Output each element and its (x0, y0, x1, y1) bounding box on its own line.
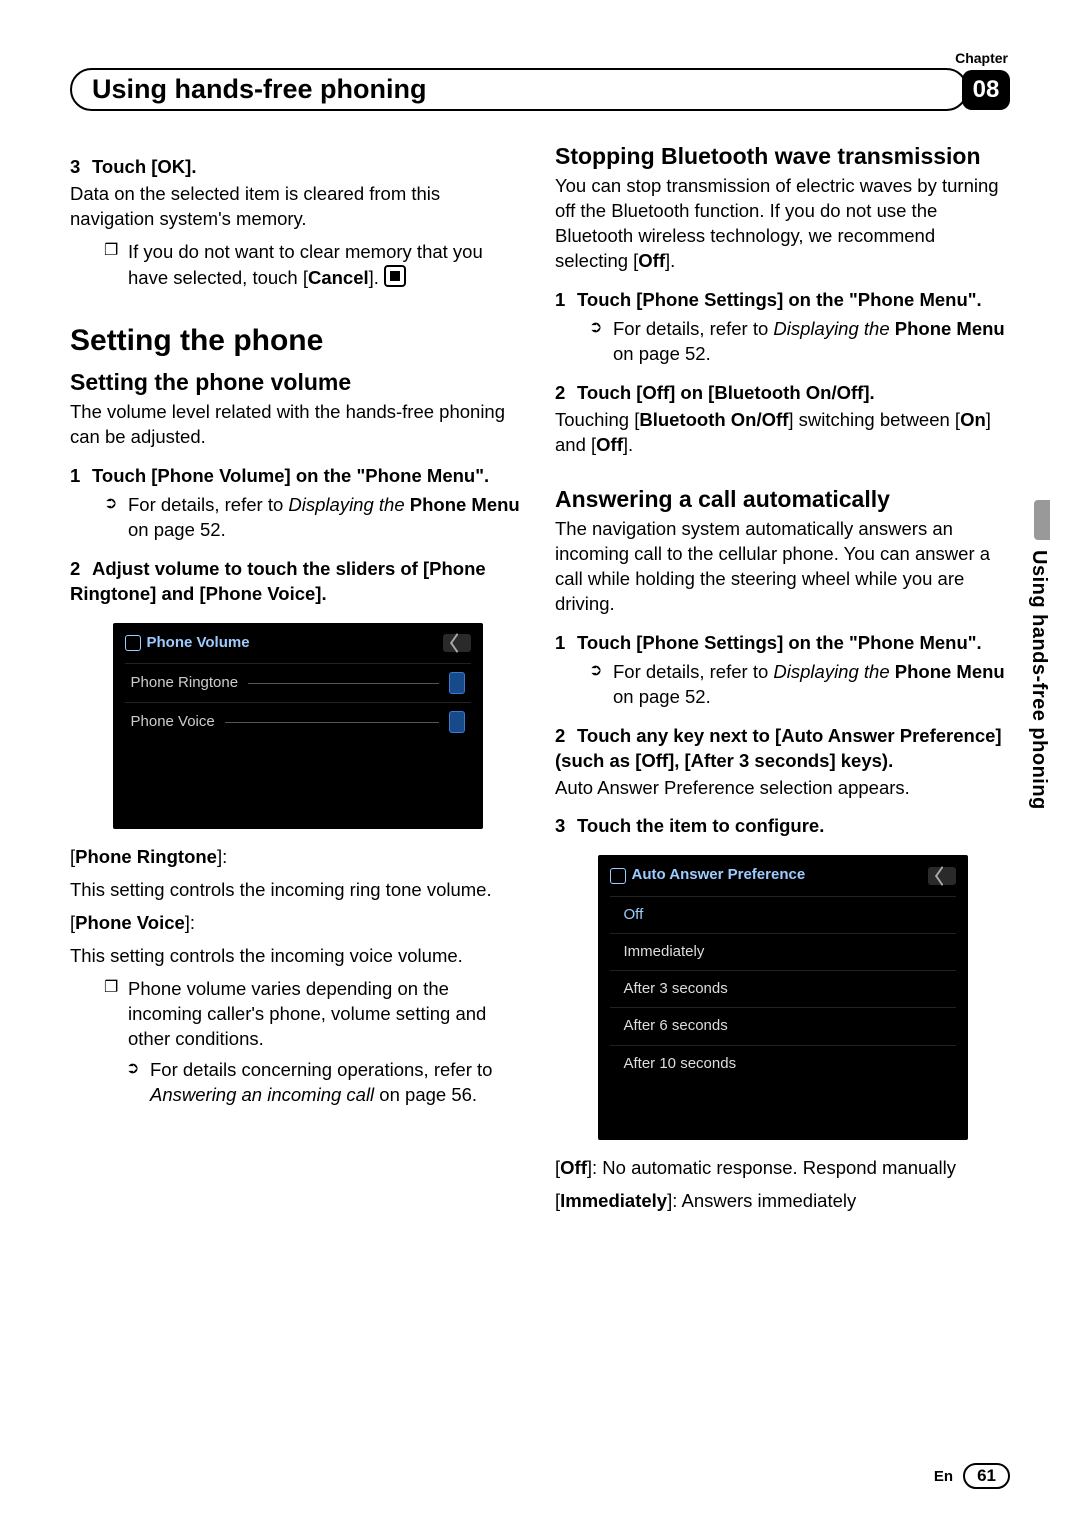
note-icon: ❐ (104, 977, 128, 1052)
reference-text: For details concerning operations, refer… (150, 1058, 525, 1108)
step-number: 2 (555, 381, 577, 406)
heading-2: Stopping Bluetooth wave transmission (555, 141, 1010, 172)
reference-text: For details, refer to Displaying the Pho… (128, 493, 525, 543)
body-text: The volume level related with the hands-… (70, 400, 525, 450)
link-icon: ➲ (589, 660, 613, 710)
step: 1Touch [Phone Settings] on the "Phone Me… (555, 288, 1010, 313)
back-icon (928, 867, 956, 885)
right-column: Stopping Bluetooth wave transmission You… (555, 141, 1010, 1222)
step-number: 1 (70, 464, 92, 489)
definition: [Phone Ringtone]: (70, 845, 525, 870)
list-item: After 10 seconds (610, 1045, 956, 1082)
step-number: 2 (555, 724, 577, 749)
page-title: Using hands-free phoning (70, 68, 968, 111)
slider-knob (449, 672, 465, 694)
slider-label: Phone Ringtone (131, 673, 239, 693)
step-text: Touch [Off] on [Bluetooth On/Off]. (577, 382, 875, 403)
definition: [Off]: No automatic response. Respond ma… (555, 1156, 1010, 1181)
link-icon: ➲ (589, 317, 613, 367)
definition: [Phone Voice]: (70, 911, 525, 936)
phone-volume-screenshot: Phone Volume Phone Ringtone Phone Voice (113, 623, 483, 829)
back-icon (443, 634, 471, 652)
step-number: 3 (555, 814, 577, 839)
screen-title: Phone Volume (147, 633, 250, 653)
note: ❐ If you do not want to clear memory tha… (70, 240, 525, 291)
reference: ➲ For details concerning operations, ref… (70, 1058, 525, 1108)
step: 2Touch [Off] on [Bluetooth On/Off]. (555, 381, 1010, 406)
note-icon: ❐ (104, 240, 128, 291)
heading-2: Answering a call automatically (555, 484, 1010, 515)
bluetooth-icon (610, 868, 626, 884)
step: 2Adjust volume to touch the sliders of [… (70, 557, 525, 607)
reference-text: For details, refer to Displaying the Pho… (613, 317, 1010, 367)
screen-title: Auto Answer Preference (632, 865, 806, 885)
definition: [Immediately]: Answers immediately (555, 1189, 1010, 1214)
slider-knob (449, 711, 465, 733)
step-text: Adjust volume to touch the sliders of [P… (70, 558, 486, 604)
bluetooth-icon (125, 635, 141, 651)
body-text: Data on the selected item is cleared fro… (70, 182, 525, 232)
page-number: 61 (963, 1463, 1010, 1489)
note-text: If you do not want to clear memory that … (128, 240, 525, 291)
body-text: Touching [Bluetooth On/Off] switching be… (555, 408, 1010, 458)
step-text: Touch the item to configure. (577, 815, 824, 836)
step-text: Touch [Phone Settings] on the "Phone Men… (577, 632, 982, 653)
link-icon: ➲ (104, 493, 128, 543)
body-text: This setting controls the incoming ring … (70, 878, 525, 903)
list-item: After 3 seconds (610, 970, 956, 1007)
step-number: 1 (555, 288, 577, 313)
note: ❐ Phone volume varies depending on the i… (70, 977, 525, 1052)
step-text: Touch any key next to [Auto Answer Prefe… (555, 725, 1002, 771)
body-text: Auto Answer Preference selection appears… (555, 776, 1010, 801)
list-item: Off (610, 896, 956, 933)
step-number: 2 (70, 557, 92, 582)
page-header: Chapter Using hands-free phoning 08 (70, 50, 1010, 111)
screen-titlebar: Phone Volume (125, 633, 471, 653)
body-text: This setting controls the incoming voice… (70, 944, 525, 969)
reference: ➲ For details, refer to Displaying the P… (555, 317, 1010, 367)
page-footer: En 61 (934, 1463, 1010, 1489)
chapter-label: Chapter (70, 50, 1010, 66)
body-text: You can stop transmission of electric wa… (555, 174, 1010, 274)
reference-text: For details, refer to Displaying the Pho… (613, 660, 1010, 710)
slider-label: Phone Voice (131, 712, 215, 732)
auto-answer-screenshot: Auto Answer Preference Off Immediately A… (598, 855, 968, 1140)
step-text: Touch [Phone Settings] on the "Phone Men… (577, 289, 982, 310)
step-text: Touch [Phone Volume] on the "Phone Menu"… (92, 465, 489, 486)
left-column: 3Touch [OK]. Data on the selected item i… (70, 141, 525, 1222)
side-tab-mark (1034, 500, 1050, 540)
step: 3Touch the item to configure. (555, 814, 1010, 839)
screen-titlebar: Auto Answer Preference (610, 865, 956, 885)
end-icon (384, 265, 406, 287)
chapter-number: 08 (962, 70, 1010, 110)
step-number: 3 (70, 155, 92, 180)
step-number: 1 (555, 631, 577, 656)
body-text: The navigation system automatically answ… (555, 517, 1010, 617)
language-label: En (934, 1468, 953, 1485)
reference: ➲ For details, refer to Displaying the P… (555, 660, 1010, 710)
side-tab: Using hands-free phoning (1027, 550, 1050, 810)
note-text: Phone volume varies depending on the inc… (128, 977, 525, 1052)
step-text: Touch [OK]. (92, 156, 196, 177)
heading-1: Setting the phone (70, 321, 525, 362)
reference: ➲ For details, refer to Displaying the P… (70, 493, 525, 543)
heading-2: Setting the phone volume (70, 367, 525, 398)
step: 1Touch [Phone Settings] on the "Phone Me… (555, 631, 1010, 656)
step: 2Touch any key next to [Auto Answer Pref… (555, 724, 1010, 774)
link-icon: ➲ (126, 1058, 150, 1108)
slider-row: Phone Voice (125, 702, 471, 741)
slider-row: Phone Ringtone (125, 663, 471, 702)
step: 3Touch [OK]. (70, 155, 525, 180)
list-item: Immediately (610, 933, 956, 970)
list-item: After 6 seconds (610, 1007, 956, 1044)
step: 1Touch [Phone Volume] on the "Phone Menu… (70, 464, 525, 489)
